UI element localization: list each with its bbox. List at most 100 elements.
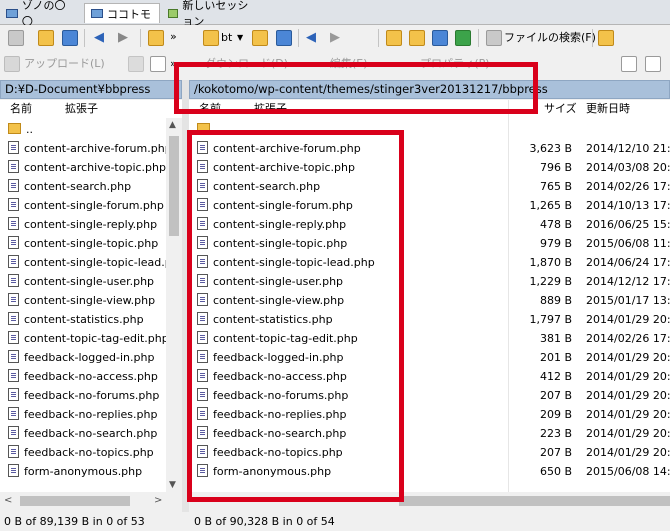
back-arrow-icon[interactable]: ◀ — [306, 30, 316, 46]
local-vertical-scrollbar[interactable]: ▲ ▼ — [166, 118, 182, 492]
file-icon — [8, 293, 19, 306]
forward-arrow-icon[interactable]: ▶ — [330, 30, 340, 46]
refresh-icon[interactable] — [455, 30, 471, 46]
file-icon — [8, 198, 19, 211]
open-folder-icon[interactable] — [38, 30, 54, 46]
chevron-down-icon[interactable]: ▼ — [237, 30, 243, 46]
open-folder-icon[interactable] — [252, 30, 268, 46]
local-path-text: D:¥D-Document¥bbpress — [5, 82, 151, 96]
list-item[interactable]: content-single-topic.php — [8, 234, 158, 253]
file-name: form-anonymous.php — [24, 465, 143, 478]
home-icon[interactable] — [432, 30, 448, 46]
local-file-list[interactable]: 名前 拡張子 .. content-archive-forum.php conte… — [0, 100, 182, 492]
file-name: feedback-no-search.php — [24, 427, 158, 440]
list-item[interactable]: form-anonymous.php — [8, 462, 142, 481]
file-modified: 2014/06/24 17:30 — [586, 256, 670, 269]
list-item[interactable]: content-search.php — [8, 177, 131, 196]
file-name: content-archive-forum.php — [24, 142, 172, 155]
file-name: content-single-reply.php — [24, 218, 158, 231]
list-item[interactable]: feedback-logged-in.php — [8, 348, 154, 367]
new-item-icon[interactable] — [621, 56, 637, 72]
file-icon — [8, 407, 19, 420]
separator — [298, 29, 299, 47]
parent-folder-icon[interactable] — [386, 30, 402, 46]
binoculars-icon[interactable] — [486, 30, 502, 46]
file-icon — [8, 445, 19, 458]
root-folder-icon[interactable] — [409, 30, 425, 46]
list-item[interactable]: content-single-topic-lead.p — [8, 253, 172, 272]
file-name: content-topic-tag-edit.php — [24, 332, 169, 345]
list-item[interactable]: feedback-no-search.php — [8, 424, 157, 443]
list-item[interactable]: feedback-no-topics.php — [8, 443, 154, 462]
back-arrow-icon[interactable]: ◀ — [94, 30, 104, 46]
file-icon — [8, 426, 19, 439]
file-name: content-search.php — [24, 180, 132, 193]
copy-icon[interactable] — [128, 56, 144, 72]
scrollbar-thumb[interactable] — [169, 136, 179, 236]
forward-arrow-icon[interactable]: ▶ — [118, 30, 128, 46]
list-item[interactable]: feedback-no-replies.php — [8, 405, 157, 424]
parent-folder-icon[interactable] — [148, 30, 164, 46]
list-item[interactable]: content-statistics.php — [8, 310, 144, 329]
list-item[interactable]: content-single-reply.php — [8, 215, 157, 234]
file-modified: 2014/01/29 20:45 — [586, 408, 670, 421]
file-name: content-archive-topic.php — [24, 161, 166, 174]
session-tab-bar: ゾノの〇〇 ココトモ 新しいセッション — [0, 0, 670, 28]
find-files-button[interactable]: ファイルの検索(F) — [504, 30, 596, 46]
local-status: 0 B of 89,139 B in 0 of 53 — [4, 512, 180, 531]
list-item[interactable]: content-archive-topic.php — [8, 158, 166, 177]
file-size: 796 B — [539, 161, 572, 174]
highlight-box-path — [174, 62, 538, 114]
collapse-icon[interactable] — [645, 56, 661, 72]
scroll-left-arrow-icon[interactable]: < — [4, 495, 12, 506]
drive-icon[interactable] — [8, 30, 24, 46]
filter-icon[interactable] — [276, 30, 292, 46]
more-tools-icon[interactable]: » — [170, 29, 177, 45]
upload-button[interactable]: アップロード(L) — [24, 56, 105, 72]
file-icon — [8, 464, 19, 477]
file-icon — [8, 255, 19, 268]
column-header-size[interactable]: サイズ — [544, 100, 577, 118]
list-item[interactable]: feedback-no-forums.php — [8, 386, 159, 405]
remote-drive-selector[interactable]: bt — [221, 30, 232, 46]
list-item[interactable]: content-single-user.php — [8, 272, 154, 291]
local-horizontal-scrollbar[interactable]: < > — [0, 492, 182, 510]
file-icon — [8, 141, 19, 154]
column-header-name[interactable]: 名前 — [10, 100, 32, 118]
tree-view-icon[interactable] — [598, 30, 614, 46]
list-item[interactable]: content-single-forum.php — [8, 196, 164, 215]
parent-directory-label: .. — [26, 123, 33, 136]
column-header-modified[interactable]: 更新日時 — [586, 100, 630, 118]
file-name: feedback-no-access.php — [24, 370, 158, 383]
file-modified: 2014/01/29 20:45 — [586, 389, 670, 402]
list-item[interactable]: content-topic-tag-edit.php — [8, 329, 169, 348]
tab-new-session[interactable]: 新しいセッション — [162, 0, 262, 28]
tab-session-1[interactable]: ゾノの〇〇 — [0, 0, 82, 28]
file-size: 650 B — [539, 465, 572, 478]
tab-label: ココトモ — [107, 7, 151, 21]
scroll-right-arrow-icon[interactable]: > — [154, 495, 162, 506]
file-name: feedback-logged-in.php — [24, 351, 155, 364]
separator — [140, 29, 141, 47]
list-item[interactable]: content-archive-forum.php — [8, 139, 172, 158]
scrollbar-thumb[interactable] — [20, 496, 130, 506]
file-size: 1,870 B — [529, 256, 572, 269]
file-size: 412 B — [539, 370, 572, 383]
file-modified: 2014/10/13 17:35 — [586, 199, 670, 212]
new-item-icon[interactable] — [150, 56, 166, 72]
separator — [478, 29, 479, 47]
new-session-icon — [168, 8, 179, 18]
scroll-up-arrow-icon[interactable]: ▲ — [169, 120, 176, 130]
filter-icon[interactable] — [62, 30, 78, 46]
local-path-bar[interactable]: D:¥D-Document¥bbpress — [0, 80, 182, 99]
tab-session-2[interactable]: ココトモ — [84, 3, 160, 23]
list-item[interactable]: content-single-view.php — [8, 291, 155, 310]
scrollbar-thumb[interactable] — [399, 496, 670, 506]
file-modified: 2014/02/26 17:32 — [586, 180, 670, 193]
parent-directory-icon — [8, 123, 21, 134]
scroll-down-arrow-icon[interactable]: ▼ — [169, 480, 176, 490]
list-item[interactable]: feedback-no-access.php — [8, 367, 158, 386]
parent-directory-row[interactable]: .. — [8, 120, 33, 139]
column-header-extension[interactable]: 拡張子 — [65, 100, 98, 118]
file-modified: 2014/01/29 20:45 — [586, 351, 670, 364]
